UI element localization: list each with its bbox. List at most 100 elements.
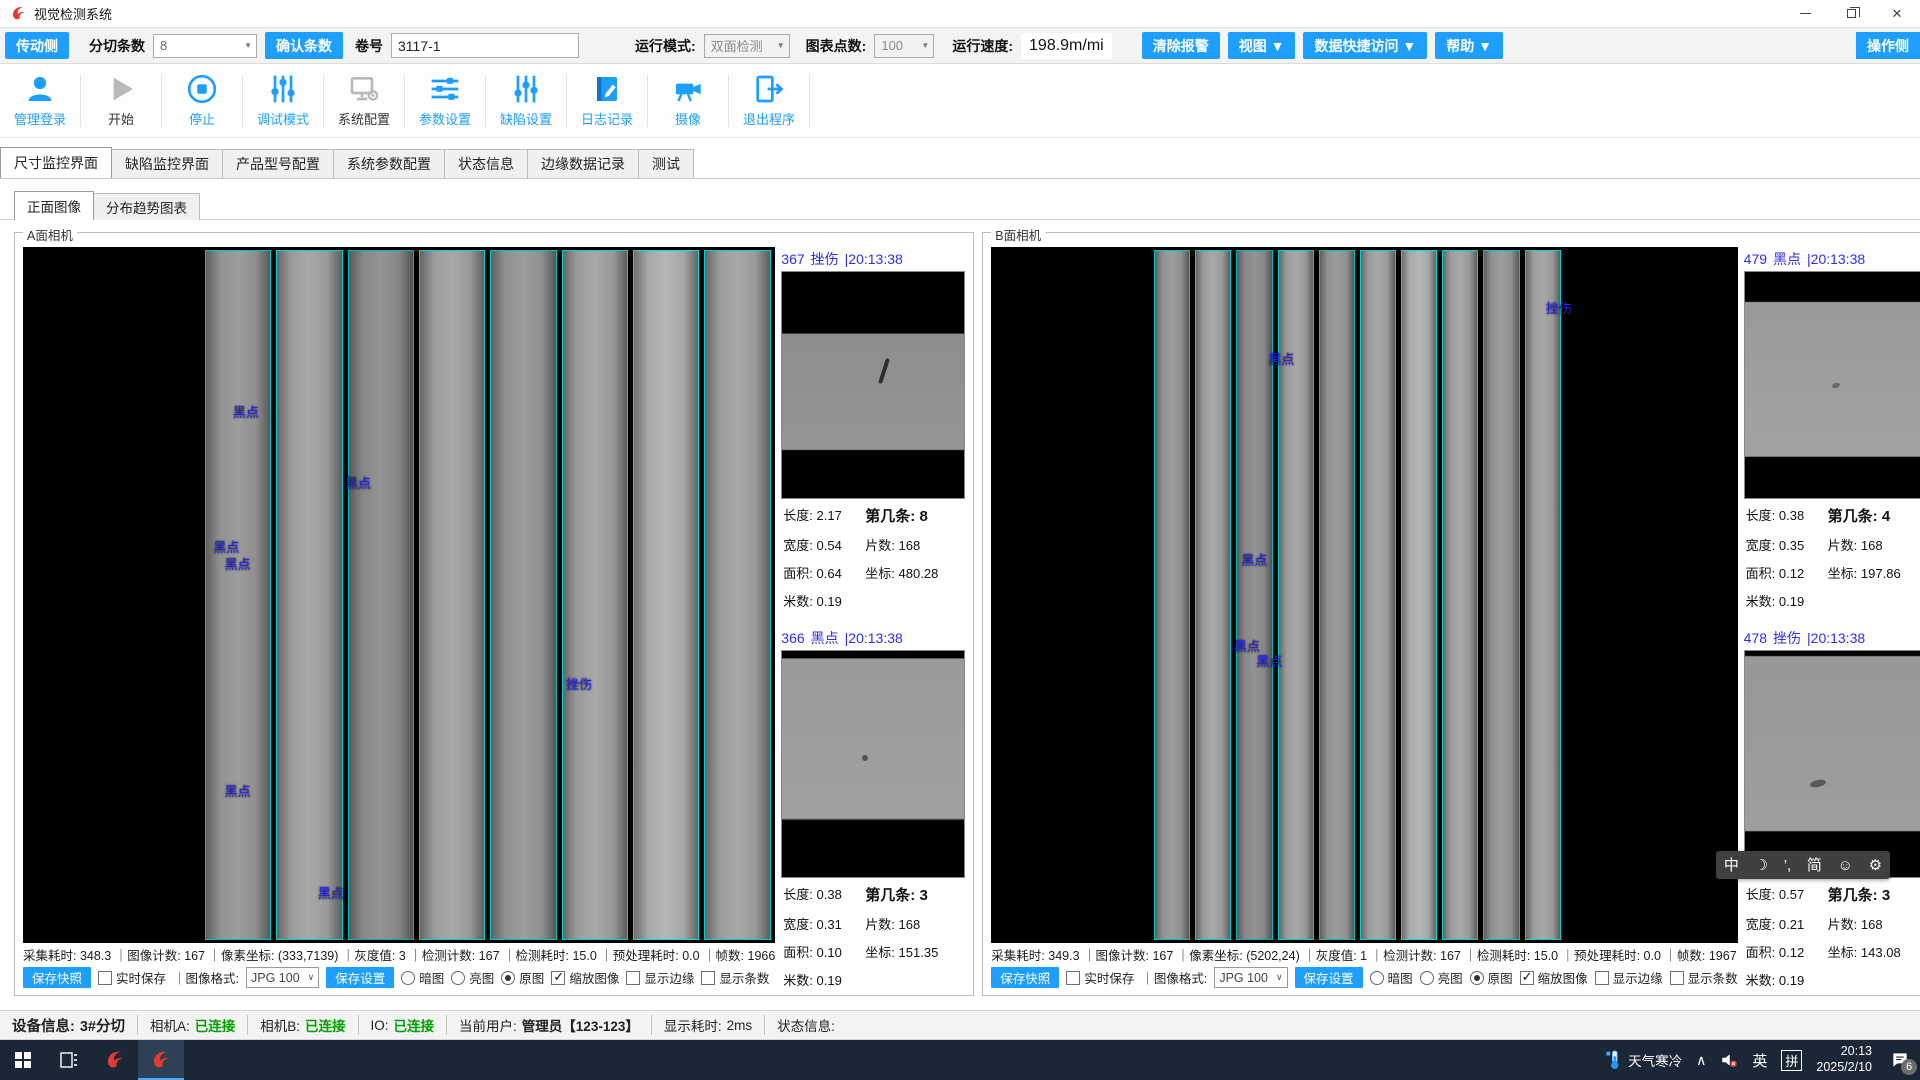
show-strips-checkbox[interactable]: 显示条数 — [1670, 968, 1738, 987]
defect-thumbnail[interactable] — [781, 650, 965, 878]
tab-test[interactable]: 测试 — [638, 149, 694, 178]
tab-size-monitor[interactable]: 尺寸监控界面 — [0, 147, 112, 178]
zoom-image-checkbox[interactable]: 缩放图像 — [1520, 968, 1588, 987]
emoji-icon[interactable]: ☺ — [1838, 858, 1853, 873]
taskbar-app-button[interactable] — [92, 1040, 138, 1080]
weather-widget[interactable]: 天气寒冷 — [1605, 1049, 1682, 1071]
toolbar-capture-button[interactable]: 摄像 — [648, 68, 728, 134]
original-image-label: 原图 — [1488, 968, 1513, 987]
gear-icon[interactable]: ⚙ — [1869, 858, 1882, 873]
slit-count-select[interactable]: 8▼ — [153, 34, 257, 58]
dark-image-radio[interactable]: 暗图 — [1370, 968, 1413, 987]
original-image-radio[interactable]: 原图 — [1470, 968, 1513, 987]
clear-alarm-button[interactable]: 清除报警 — [1142, 32, 1220, 59]
ime-toolbar[interactable]: 中 ☽ ’, 简 ☺ ⚙ — [1716, 851, 1890, 879]
defect-strip-no: 第几条: 8 — [865, 505, 963, 526]
help-menu-button[interactable]: 帮助 ▼ — [1435, 32, 1503, 59]
save-snapshot-button[interactable]: 保存快照 — [23, 967, 91, 988]
realtime-save-checkbox[interactable]: 实时保存 — [98, 968, 166, 987]
ime-punctuation-toggle[interactable]: ’, — [1784, 858, 1792, 873]
minimize-button[interactable] — [1782, 0, 1828, 27]
view-menu-button[interactable]: 视图 ▼ — [1228, 32, 1296, 59]
toolbar-label: 日志记录 — [581, 109, 633, 128]
camera-panel-b: B面相机 挫伤黑点黑点黑点黑点 采集耗时: 349.3 ｜图像计数: 167 ｜… — [982, 232, 1920, 996]
slit-count-label: 分切条数 — [89, 36, 145, 56]
tab-system-parameter-config[interactable]: 系统参数配置 — [333, 149, 445, 178]
volume-muted-button[interactable] — [1720, 1051, 1738, 1069]
ime-mode-button[interactable]: 拼 — [1781, 1050, 1802, 1071]
toolbar-start-button[interactable]: 开始 — [81, 68, 161, 134]
cut-strip-bounding-box — [704, 250, 770, 940]
cut-strip-bounding-box — [1483, 250, 1519, 940]
operator-side-button[interactable]: 操作侧 — [1856, 32, 1920, 59]
maximize-button[interactable] — [1828, 0, 1874, 27]
image-format-select[interactable]: JPG 100∨ — [246, 967, 319, 988]
ime-simplified-toggle[interactable]: 简 — [1807, 858, 1822, 873]
windows-taskbar: 天气寒冷 ∧ 英 拼 20:13 2025/2/10 — [0, 1040, 1920, 1080]
toolbar-debug-mode-button[interactable]: 调试模式 — [243, 68, 323, 134]
start-button[interactable] — [0, 1040, 46, 1080]
ime-chinese-toggle[interactable]: 中 — [1724, 858, 1739, 873]
close-button[interactable]: ✕ — [1874, 0, 1920, 27]
tab-defect-monitor[interactable]: 缺陷监控界面 — [111, 149, 223, 178]
realtime-save-checkbox[interactable]: 实时保存 — [1066, 968, 1134, 987]
minimize-icon — [1800, 13, 1811, 14]
bright-image-radio[interactable]: 亮图 — [1420, 968, 1463, 987]
show-edges-checkbox[interactable]: 显示边缘 — [626, 968, 694, 987]
defect-info: 长度: 0.38 第几条: 3 宽度: 0.31 片数: 168 面积: 0.1… — [781, 878, 965, 989]
defect-thumbnail[interactable] — [1744, 271, 1920, 499]
zoom-image-checkbox[interactable]: 缩放图像 — [551, 968, 619, 987]
taskbar-active-app-button[interactable] — [138, 1040, 184, 1080]
save-settings-button[interactable]: 保存设置 — [1295, 967, 1363, 988]
display-time-segment: 显示耗时:2ms — [652, 1015, 765, 1035]
camera-b-image[interactable]: 挫伤黑点黑点黑点黑点 — [991, 247, 1737, 943]
show-edges-label: 显示边缘 — [644, 968, 694, 987]
data-quick-access-menu-button[interactable]: 数据快捷访问 ▼ — [1303, 32, 1427, 59]
moon-icon[interactable]: ☽ — [1755, 858, 1768, 873]
tab-product-model-config[interactable]: 产品型号配置 — [222, 149, 334, 178]
subtab-front-image[interactable]: 正面图像 — [14, 191, 94, 220]
chart-points-select[interactable]: 100▼ — [874, 34, 934, 58]
notification-center-button[interactable]: 6 — [1890, 1050, 1910, 1070]
image-format-select[interactable]: JPG 100∨ — [1214, 967, 1287, 988]
tab-edge-data-record[interactable]: 边缘数据记录 — [527, 149, 639, 178]
defect-id: 367 — [781, 251, 804, 267]
defect-pieces: 片数: 168 — [1828, 535, 1920, 554]
toolbar-admin-login-button[interactable]: 管理登录 — [0, 68, 80, 134]
show-edges-checkbox[interactable]: 显示边缘 — [1595, 968, 1663, 987]
toolbar-defect-settings-button[interactable]: 缺陷设置 — [486, 68, 566, 134]
toolbar-label: 退出程序 — [743, 109, 795, 128]
tray-expand-button[interactable]: ∧ — [1696, 1052, 1706, 1069]
save-snapshot-button[interactable]: 保存快照 — [991, 967, 1059, 988]
drive-side-button[interactable]: 传动侧 — [5, 32, 69, 59]
toolbar-stop-button[interactable]: 停止 — [162, 68, 242, 134]
show-strips-checkbox[interactable]: 显示条数 — [701, 968, 769, 987]
toolbar-system-config-button[interactable]: 系统配置 — [324, 68, 404, 134]
zoom-image-label: 缩放图像 — [1538, 968, 1588, 987]
defect-thumbnail[interactable] — [1744, 650, 1920, 878]
defect-coord: 坐标: 197.86 — [1828, 563, 1920, 582]
bright-image-radio[interactable]: 亮图 — [451, 968, 494, 987]
subtab-distribution-trend-chart[interactable]: 分布趋势图表 — [93, 193, 200, 220]
defect-type: 挫伤 — [811, 249, 839, 269]
defect-thumbnail[interactable] — [781, 271, 965, 499]
original-image-radio[interactable]: 原图 — [501, 968, 544, 987]
defect-time: |20:13:38 — [1807, 251, 1865, 267]
camera-a-save-row: 保存快照 实时保存 ｜图像格式: JPG 100∨ 保存设置 暗图 亮图 原图 … — [23, 963, 775, 989]
toolbar-log-record-button[interactable]: 日志记录 — [567, 68, 647, 134]
dark-image-radio[interactable]: 暗图 — [401, 968, 444, 987]
defect-annotation: 黑点 — [1256, 651, 1282, 670]
camera-a-image[interactable]: 黑点黑点黑点黑点挫伤黑点黑点 — [23, 247, 775, 943]
taskbar-clock[interactable]: 20:13 2025/2/10 — [1816, 1044, 1872, 1075]
save-settings-button[interactable]: 保存设置 — [326, 967, 394, 988]
tab-status-info[interactable]: 状态信息 — [444, 149, 528, 178]
task-view-button[interactable] — [46, 1040, 92, 1080]
roll-number-input[interactable] — [391, 33, 579, 58]
language-indicator[interactable]: 英 — [1752, 1050, 1767, 1071]
toolbar-parameter-settings-button[interactable]: 参数设置 — [405, 68, 485, 134]
status-message-segment: 状态信息: — [765, 1015, 852, 1035]
toolbar-exit-button[interactable]: 退出程序 — [729, 68, 809, 134]
strip-zone — [1154, 250, 1561, 940]
run-mode-select[interactable]: 双面检测▼ — [704, 34, 790, 58]
confirm-count-button[interactable]: 确认条数 — [265, 32, 343, 59]
